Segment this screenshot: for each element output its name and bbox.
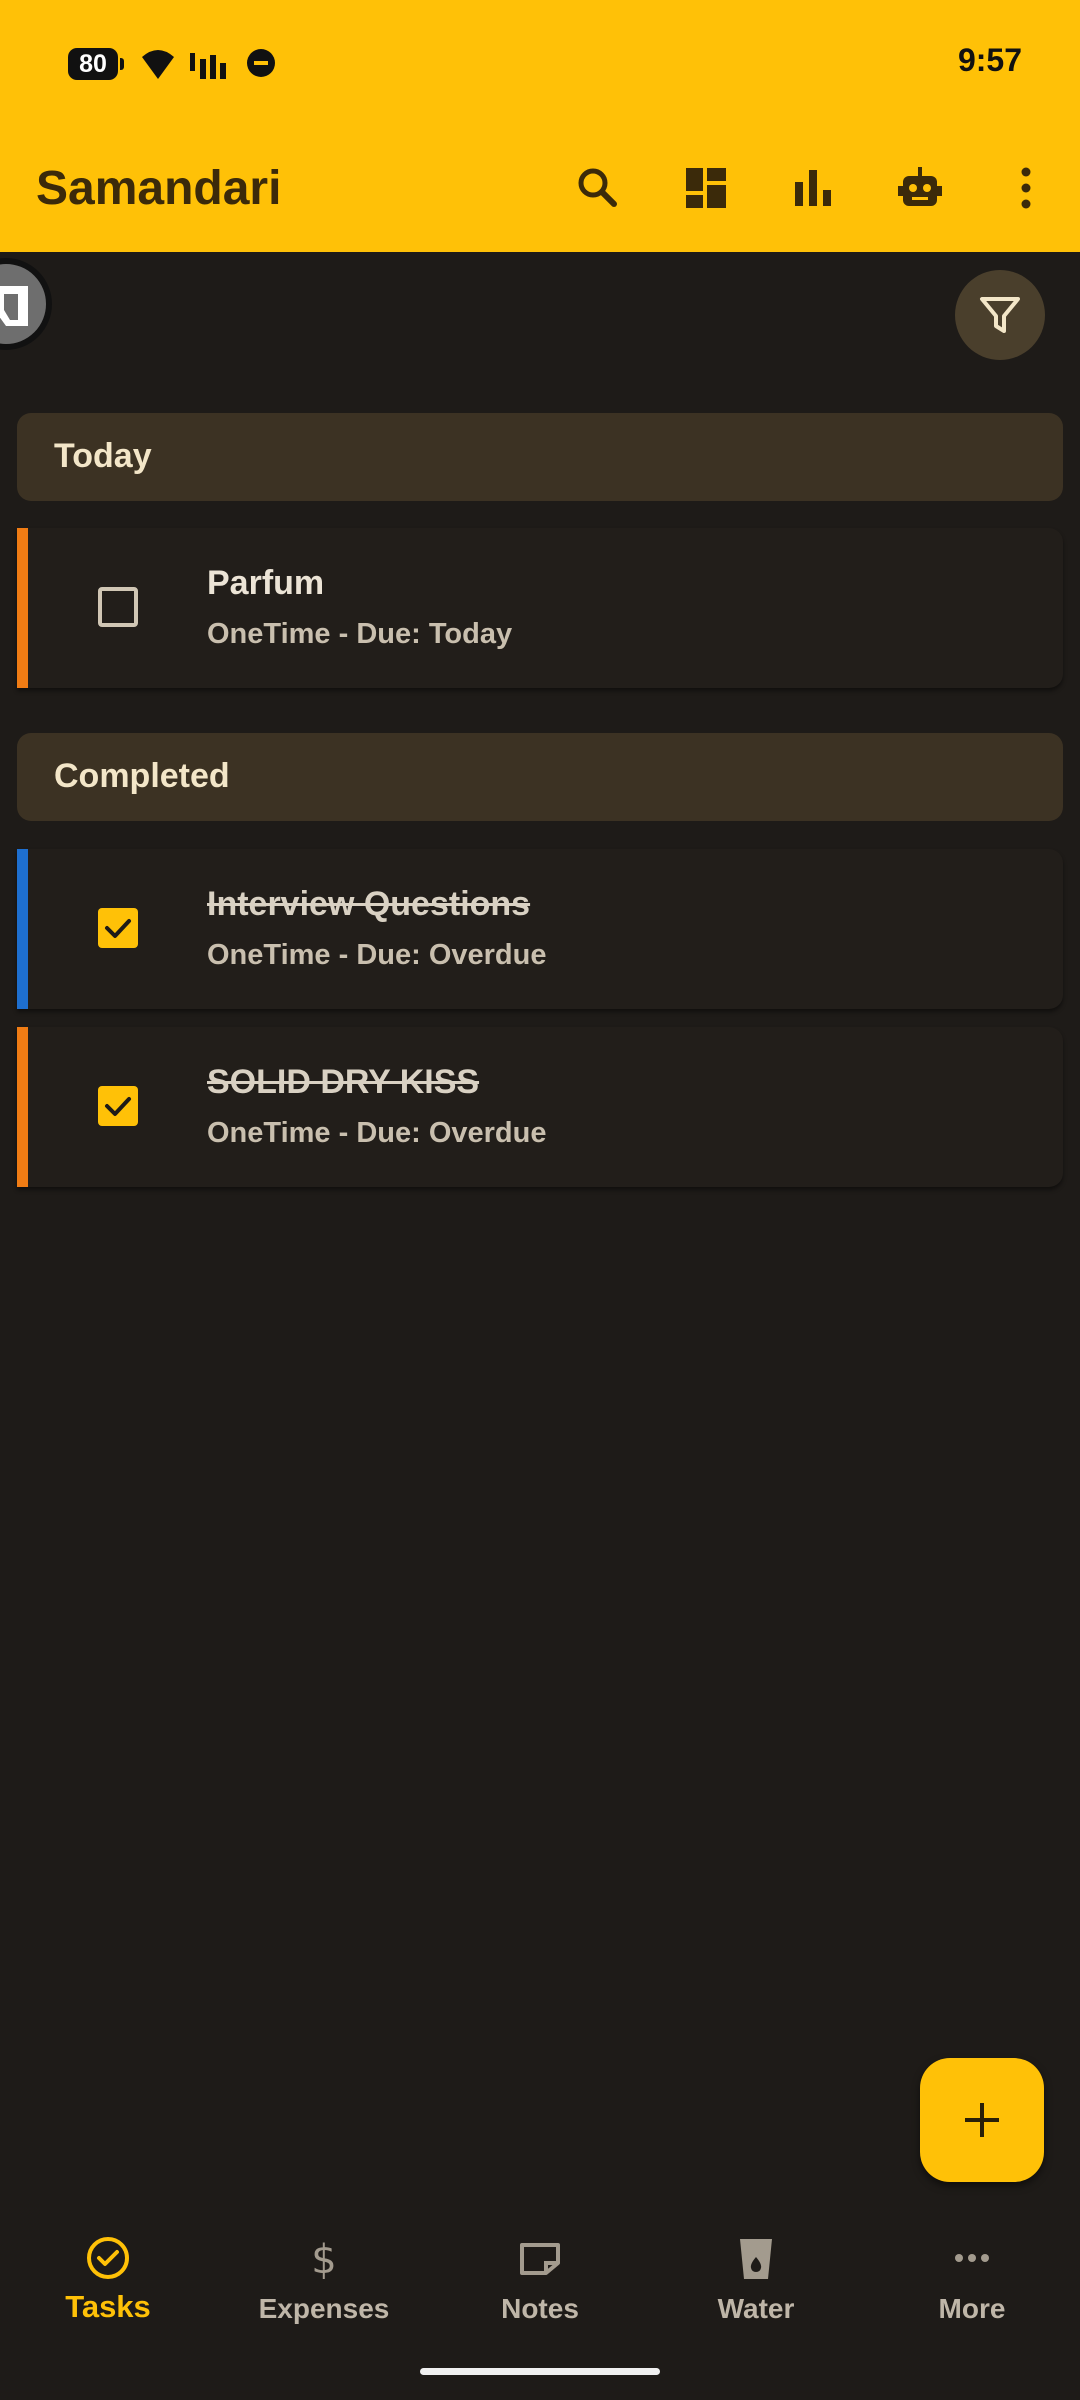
note-icon	[520, 2243, 560, 2275]
home-indicator[interactable]	[420, 2368, 660, 2375]
dashboard-icon	[686, 168, 726, 208]
nav-label: Expenses	[258, 2293, 390, 2324]
check-icon	[105, 1097, 131, 1116]
task-checkbox[interactable]	[98, 908, 138, 948]
task-subtitle: OneTime - Due: Today	[207, 618, 513, 650]
task-subtitle: OneTime - Due: Overdue	[207, 939, 547, 971]
priority-bar	[17, 1027, 28, 1187]
app-title: Samandari	[36, 162, 282, 215]
overflow-menu-button[interactable]	[996, 158, 1056, 218]
filter-button[interactable]	[955, 270, 1045, 360]
nav-label: Water	[717, 2293, 795, 2324]
task-title: SOLID DRY KISS	[207, 1063, 480, 1101]
plus-icon	[965, 2103, 999, 2137]
more-vert-icon	[1021, 167, 1031, 209]
nav-water[interactable]: Water	[648, 2233, 864, 2343]
task-title: Parfum	[207, 564, 325, 602]
do-not-disturb-icon	[247, 49, 275, 77]
wifi-icon	[142, 50, 174, 79]
dashboard-button[interactable]	[676, 158, 736, 218]
nav-expenses[interactable]: $ Expenses	[216, 2233, 432, 2343]
nav-label: Notes	[501, 2293, 579, 2324]
battery-indicator: 80	[68, 48, 124, 80]
filter-icon	[980, 297, 1020, 333]
task-card-parfum[interactable]: Parfum OneTime - Due: Today	[17, 528, 1063, 688]
app-bubble-icon	[0, 286, 28, 326]
section-title: Completed	[54, 757, 230, 795]
task-title: Interview Questions	[207, 885, 531, 923]
nav-tasks[interactable]: Tasks	[0, 2233, 216, 2343]
task-checkbox[interactable]	[98, 1086, 138, 1126]
more-horiz-icon	[955, 2254, 989, 2262]
app-bar: Samandari	[0, 125, 1080, 252]
nav-more[interactable]: More	[864, 2233, 1080, 2343]
water-glass-icon	[740, 2239, 772, 2279]
check-circle-icon	[87, 2237, 129, 2279]
priority-bar	[17, 528, 28, 688]
nav-notes[interactable]: Notes	[432, 2233, 648, 2343]
floating-bubble[interactable]	[0, 258, 52, 350]
robot-icon	[898, 167, 942, 206]
add-task-button[interactable]	[920, 2058, 1044, 2182]
signal-icon	[190, 53, 226, 79]
clock: 9:57	[957, 42, 1022, 78]
task-card-interview-questions[interactable]: Interview Questions OneTime - Due: Overd…	[17, 849, 1063, 1009]
status-bar: 80 9:57	[0, 0, 1080, 125]
svg-text:$: $	[311, 2237, 336, 2283]
priority-bar	[17, 849, 28, 1009]
nav-label: Tasks	[65, 2289, 151, 2324]
task-checkbox[interactable]	[98, 587, 138, 627]
statistics-button[interactable]	[783, 158, 843, 218]
dollar-icon: $	[311, 2237, 336, 2283]
nav-label: More	[938, 2293, 1006, 2324]
assistant-button[interactable]	[890, 158, 950, 218]
search-button[interactable]	[568, 158, 628, 218]
section-header-completed: Completed	[17, 733, 1063, 821]
task-subtitle: OneTime - Due: Overdue	[207, 1117, 547, 1149]
section-title: Today	[54, 437, 152, 475]
check-icon	[105, 919, 131, 938]
section-header-today: Today	[17, 413, 1063, 501]
task-card-solid-dry-kiss[interactable]: SOLID DRY KISS OneTime - Due: Overdue	[17, 1027, 1063, 1187]
bar-chart-icon	[795, 170, 831, 206]
search-icon	[578, 168, 617, 207]
